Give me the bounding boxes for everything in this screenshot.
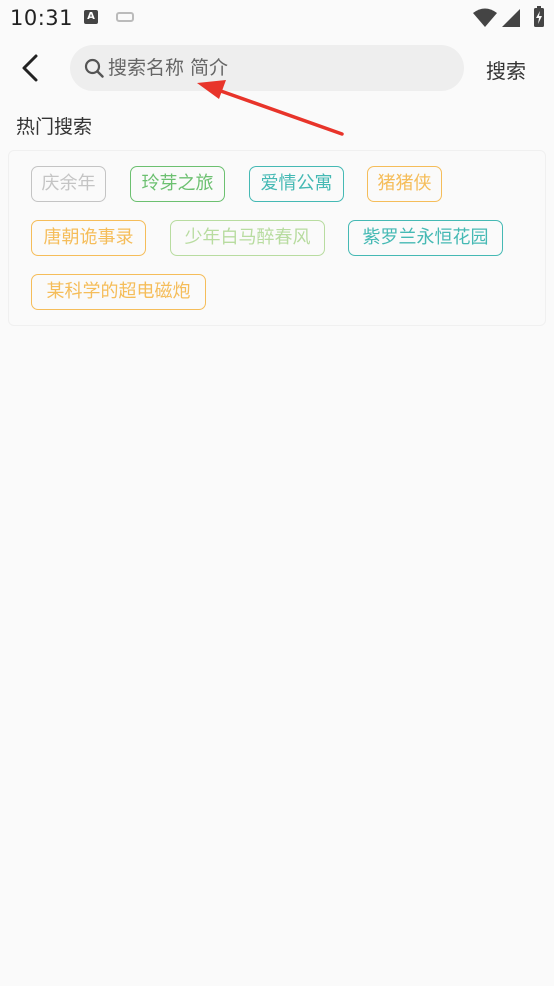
hot-tag-zhuzhuxia[interactable]: 猪猪侠	[367, 166, 442, 202]
hot-tag-ziluolan[interactable]: 紫罗兰永恒花园	[348, 220, 503, 256]
search-button[interactable]: 搜索	[486, 55, 526, 84]
hot-tag-aiqinggongyu[interactable]: 爱情公寓	[249, 166, 344, 202]
hot-tag-tangchaoguishilu[interactable]: 唐朝诡事录	[31, 220, 146, 256]
search-box[interactable]	[70, 45, 464, 91]
back-arrow-icon	[22, 54, 38, 82]
wifi-icon	[473, 8, 497, 27]
hot-tag-mouxiaxue[interactable]: 某科学的超电磁炮	[31, 274, 206, 310]
hot-tag-qingyunian[interactable]: 庆余年	[31, 166, 106, 202]
back-button[interactable]	[14, 50, 50, 86]
status-time: 10:31	[10, 6, 74, 30]
hot-tag-lingyazhilv[interactable]: 玲芽之旅	[130, 166, 225, 202]
status-bar: 10:31 A	[0, 0, 554, 36]
hot-search-title: 热门搜索	[16, 116, 93, 138]
hot-tag-shaonianbaima[interactable]: 少年白马醉春风	[170, 220, 325, 256]
a-notification-icon: A	[84, 10, 98, 24]
search-icon	[84, 58, 104, 78]
signal-icon	[502, 9, 520, 27]
hot-search-panel: 庆余年 玲芽之旅 爱情公寓 猪猪侠 唐朝诡事录 少年白马醉春风 紫罗兰永恒花园 …	[8, 150, 546, 326]
battery-charging-icon	[534, 6, 544, 27]
search-input[interactable]	[108, 45, 448, 91]
message-icon	[116, 12, 134, 22]
